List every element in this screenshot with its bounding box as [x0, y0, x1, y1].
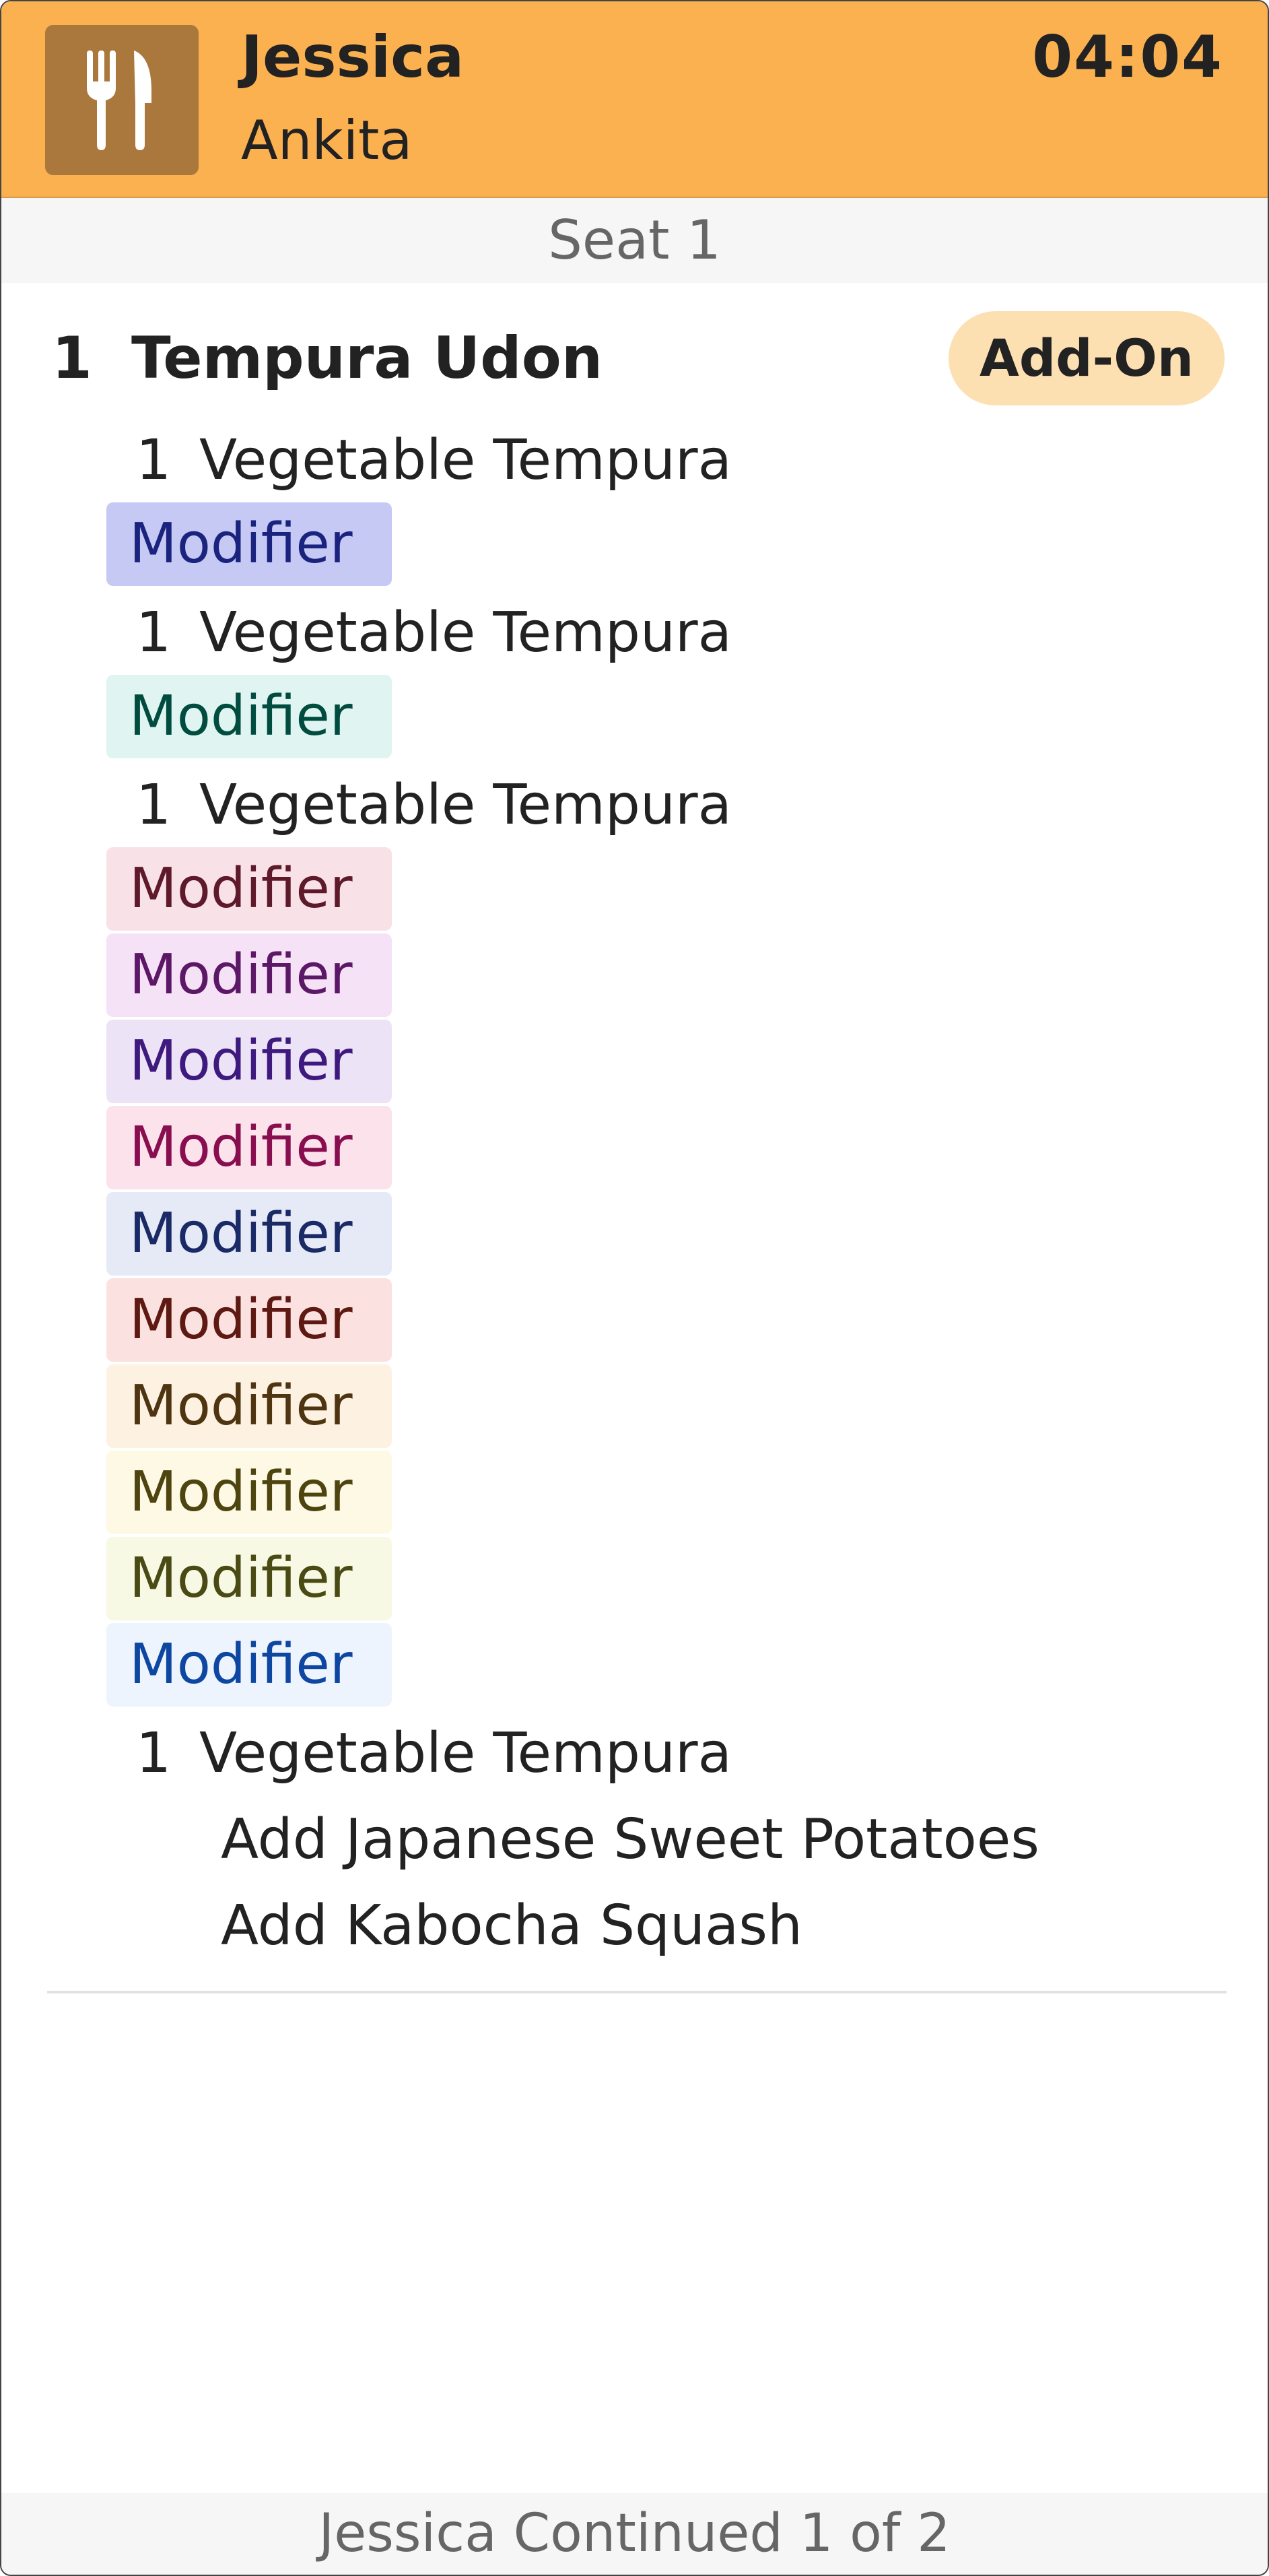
- modifier-tag: Modifier: [106, 1364, 392, 1448]
- line-name: Vegetable Tempura: [199, 773, 732, 837]
- modifier-tag: Modifier: [106, 1278, 392, 1362]
- line-quantity: 1: [136, 773, 172, 837]
- line-name: Vegetable Tempura: [199, 428, 732, 492]
- modifier-tag: Modifier: [106, 933, 392, 1017]
- line-quantity: 1: [136, 1721, 172, 1785]
- modifier-tag: Modifier: [106, 1192, 392, 1276]
- line-name: Vegetable Tempura: [199, 1721, 732, 1785]
- modifier-tag: Modifier: [106, 1451, 392, 1534]
- modifier-tag: Modifier: [106, 675, 392, 758]
- item-line: 1 Vegetable Tempura: [136, 590, 732, 676]
- server-name: Jessica: [241, 24, 465, 91]
- modifier-tag: Modifier: [106, 1020, 392, 1103]
- sub-modifier-line: Add Kabocha Squash: [221, 1894, 803, 1958]
- line-quantity: 1: [136, 428, 172, 492]
- modifier-tag: Modifier: [106, 1106, 392, 1189]
- order-ticket-card[interactable]: Jessica Ankita 04:04 Seat 1 1 Tempura Ud…: [0, 0, 1269, 2576]
- order-item-row[interactable]: 1 Tempura Udon Add-On: [1, 311, 1268, 412]
- add-on-badge[interactable]: Add-On: [949, 311, 1225, 405]
- item-quantity: 1: [52, 325, 92, 392]
- modifier-tag: Modifier: [106, 1537, 392, 1620]
- item-line: 1 Vegetable Tempura: [136, 418, 732, 504]
- item-line: 1 Vegetable Tempura: [136, 762, 732, 849]
- fork-knife-icon: [45, 25, 199, 175]
- seat-label: Seat 1: [1, 198, 1268, 283]
- line-name: Vegetable Tempura: [199, 601, 732, 665]
- item-divider: [47, 1991, 1227, 1993]
- modifier-tag: Modifier: [106, 847, 392, 931]
- line-quantity: 1: [136, 601, 172, 665]
- ticket-footer: Jessica Continued 1 of 2: [1, 2493, 1268, 2575]
- modifier-tag: Modifier: [106, 1623, 392, 1707]
- guest-name: Ankita: [241, 109, 413, 172]
- ticket-header: Jessica Ankita 04:04: [1, 1, 1268, 198]
- item-name: Tempura Udon: [131, 325, 603, 392]
- sub-modifier-line: Add Japanese Sweet Potatoes: [221, 1808, 1040, 1872]
- elapsed-timer: 04:04: [1032, 24, 1223, 91]
- modifier-tag: Modifier: [106, 502, 392, 586]
- item-line: 1 Vegetable Tempura: [136, 1711, 732, 1797]
